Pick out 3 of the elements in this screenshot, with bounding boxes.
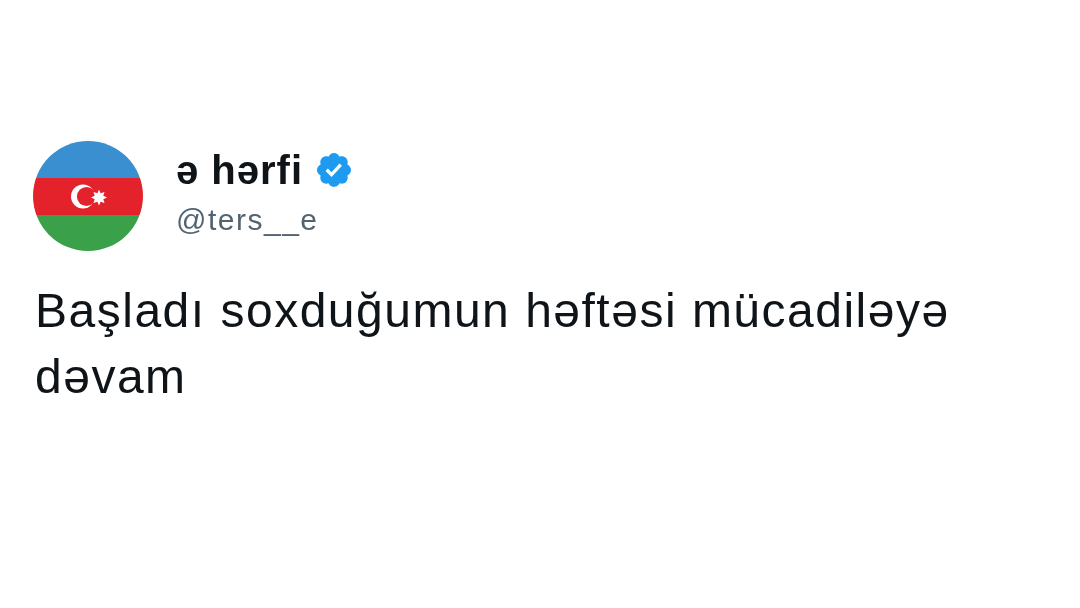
author-name[interactable]: ə hərfi	[176, 148, 304, 192]
tweet-text: Başladı soxduğumun həftəsi mücadiləyə dəvam	[35, 283, 951, 405]
author-handle[interactable]: @ters__e	[176, 202, 352, 238]
